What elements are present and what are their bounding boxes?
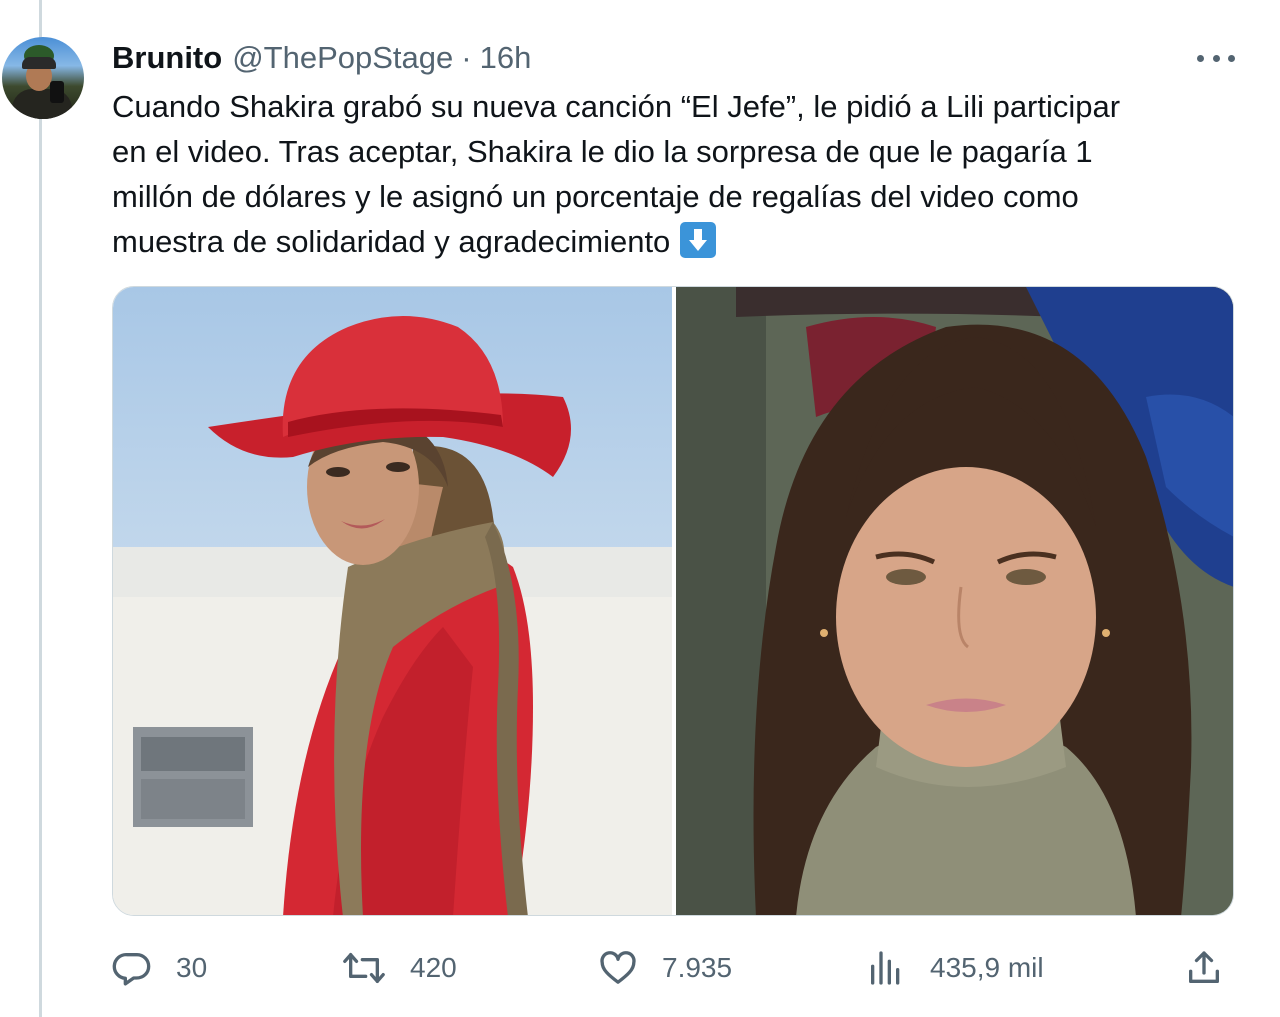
timestamp[interactable]: 16h [480, 40, 532, 76]
user-handle[interactable]: @ThePopStage [232, 40, 453, 76]
display-name[interactable]: Brunito [112, 40, 222, 76]
reply-icon [112, 948, 152, 988]
tweet-text-line: Cuando Shakira grabó su nueva canción “E… [112, 89, 1121, 124]
retweet-button[interactable]: 420 [342, 944, 457, 992]
tweet-text-line: millón de dólares y le asignó un porcent… [112, 179, 1079, 214]
tweet-actions: 30 420 7.935 435,9 mil [112, 944, 1224, 992]
photo-woman-portrait[interactable] [676, 287, 1233, 915]
tweet[interactable]: Brunito @ThePopStage · 16h Cuando Shakir… [0, 0, 1280, 1017]
reply-count: 30 [176, 952, 208, 983]
more-options-icon[interactable] [1197, 52, 1235, 64]
separator-dot: · [461, 40, 472, 75]
arrow-down-emoji-icon [680, 222, 717, 258]
views-count: 435,9 mil [930, 952, 1044, 983]
heart-icon [598, 948, 638, 988]
retweet-icon [342, 948, 386, 988]
tweet-text-line: en el video. Tras aceptar, Shakira le di… [112, 134, 1093, 169]
tweet-text: Cuando Shakira grabó su nueva canción “E… [112, 84, 1222, 264]
tweet-text-line: muestra de solidaridad y agradecimiento [112, 224, 671, 259]
photo-woman-red-cowboy-hat[interactable] [113, 287, 672, 915]
like-count: 7.935 [662, 952, 733, 983]
tweet-header: Brunito @ThePopStage · 16h [112, 40, 531, 76]
views-button[interactable]: 435,9 mil [866, 944, 1044, 992]
avatar[interactable] [2, 37, 84, 119]
share-button[interactable] [1184, 944, 1224, 992]
retweet-count: 420 [410, 952, 457, 983]
media-grid[interactable] [112, 286, 1234, 916]
like-button[interactable]: 7.935 [598, 944, 732, 992]
views-icon [866, 948, 906, 988]
tweet-text-line-last: muestra de solidaridad y agradecimiento [112, 219, 1222, 264]
reply-button[interactable]: 30 [112, 944, 207, 992]
share-icon [1184, 948, 1224, 988]
